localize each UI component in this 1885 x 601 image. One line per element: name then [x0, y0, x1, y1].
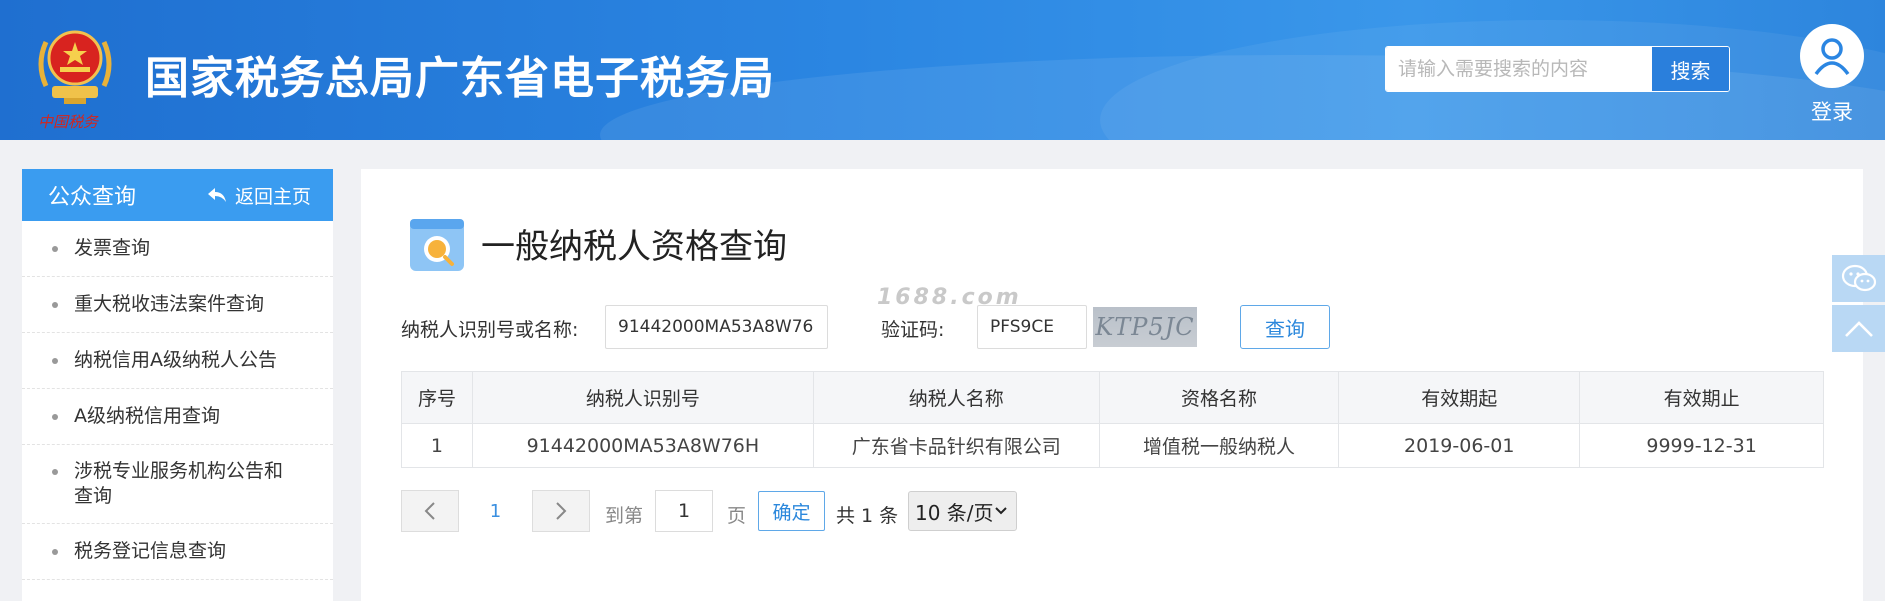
table-cell: 9999-12-31 [1579, 423, 1824, 468]
query-form: 纳税人识别号或名称: 验证码: KTP5JC 查询 [401, 305, 1361, 349]
chevron-down-icon [995, 507, 1007, 515]
sidebar-item-label: 税务登记信息查询 [74, 540, 227, 562]
floating-toolbar [1832, 255, 1885, 355]
svg-text:中国税务: 中国税务 [38, 113, 100, 131]
sidebar-item-tax-violation-query[interactable]: 重大税收违法案件查询 [22, 277, 333, 333]
site-title: 国家税务总局广东省电子税务局 [145, 53, 775, 104]
sidebar-item-invoice-query[interactable]: 发票查询 [22, 221, 333, 277]
bullet-icon [52, 302, 58, 308]
login-label: 登录 [1811, 100, 1853, 124]
taxpayer-id-input[interactable] [605, 305, 828, 349]
page-title: 一般纳税人资格查询 [481, 227, 787, 267]
chevron-up-icon [1844, 320, 1873, 337]
captcha-text: KTP5JC [1095, 313, 1195, 341]
wechat-button[interactable] [1832, 255, 1885, 302]
sidebar-item-label: 涉税专业服务机构公告和查询 [74, 460, 284, 507]
sidebar-item-label: 发票查询 [74, 237, 151, 259]
column-header-taxpayer-name: 纳税人名称 [812, 371, 1100, 424]
goto-page-input[interactable] [655, 490, 713, 532]
sidebar-header: 公众查询 返回主页 [22, 169, 333, 221]
sidebar-item-a-credit-notice[interactable]: 纳税信用A级纳税人公告 [22, 333, 333, 389]
prev-page-button[interactable] [401, 490, 459, 532]
back-home-label: 返回主页 [234, 185, 311, 208]
column-header-valid-to: 有效期止 [1579, 371, 1824, 424]
table-cell: 广东省卡品针织有限公司 [812, 423, 1100, 468]
captcha-input[interactable] [977, 305, 1087, 349]
column-header-qualification: 资格名称 [1098, 371, 1340, 424]
back-home-link[interactable]: 返回主页 [207, 182, 311, 209]
sidebar-item-label: 纳税信用A级纳税人公告 [74, 349, 277, 371]
next-page-button[interactable] [532, 490, 590, 532]
main-panel: 一般纳税人资格查询 1688.com 纳税人识别号或名称: 验证码: KTP5J… [361, 169, 1863, 601]
search-input[interactable] [1386, 47, 1651, 91]
column-header-valid-from: 有效期起 [1338, 371, 1581, 424]
pagination: 1 到第 页 确定 共 1 条 10 条/页 [401, 490, 1101, 532]
bullet-icon [52, 246, 58, 252]
query-button[interactable]: 查询 [1240, 305, 1330, 349]
chevron-right-icon [556, 502, 567, 520]
page-size-value: 10 条/页 [915, 500, 994, 525]
sidebar-item-label: 重大税收违法案件查询 [74, 293, 265, 315]
bullet-icon [52, 469, 58, 475]
page-size-select[interactable]: 10 条/页 [908, 491, 1017, 531]
sidebar-item-a-credit-query[interactable]: A级纳税信用查询 [22, 389, 333, 445]
captcha-label: 验证码: [881, 319, 945, 341]
column-header-index: 序号 [401, 371, 473, 424]
table-cell: 2019-06-01 [1338, 423, 1581, 468]
login-button[interactable]: 登录 [1800, 24, 1864, 126]
search-magnifier-icon [410, 219, 464, 271]
national-tax-emblem-icon: 中国税务 [38, 30, 112, 131]
total-count: 共 1 条 [836, 505, 899, 527]
bullet-icon [52, 549, 58, 555]
captcha-image[interactable]: KTP5JC [1093, 307, 1197, 347]
search-button[interactable]: 搜索 [1651, 47, 1729, 91]
page-suffix-label: 页 [727, 505, 747, 527]
site-header: 中国税务 国家税务总局广东省电子税务局 搜索 登录 [0, 0, 1885, 140]
goto-label: 到第 [605, 505, 644, 527]
reply-arrow-icon [207, 188, 226, 202]
sidebar-item-service-agency[interactable]: 涉税专业服务机构公告和查询 [22, 445, 333, 524]
header-search: 搜索 [1385, 46, 1730, 92]
page-number[interactable]: 1 [459, 490, 532, 532]
sidebar: 公众查询 返回主页 发票查询 重大税收违法案件查询 纳税信用A级纳税人公告 A级… [22, 169, 333, 601]
back-to-top-button[interactable] [1832, 305, 1885, 352]
bullet-icon [52, 358, 58, 364]
user-icon [1814, 38, 1850, 76]
table-row: 1 91442000MA53A8W76H 广东省卡品针织有限公司 增值税一般纳税… [401, 423, 1824, 468]
column-header-taxpayer-id: 纳税人识别号 [471, 371, 814, 424]
sidebar-title: 公众查询 [48, 185, 137, 210]
result-table: 序号 纳税人识别号 纳税人名称 资格名称 有效期起 有效期止 1 9144200… [401, 371, 1824, 468]
table-cell: 1 [401, 423, 473, 468]
wechat-icon [1841, 264, 1876, 291]
chevron-left-icon [424, 502, 435, 520]
confirm-page-button[interactable]: 确定 [758, 491, 825, 531]
sidebar-item-label: A级纳税信用查询 [74, 405, 220, 427]
table-header-row: 序号 纳税人识别号 纳税人名称 资格名称 有效期起 有效期止 [401, 371, 1824, 424]
table-cell: 增值税一般纳税人 [1098, 423, 1340, 468]
table-cell: 91442000MA53A8W76H [471, 423, 814, 468]
sidebar-item-registration-query[interactable]: 税务登记信息查询 [22, 524, 333, 580]
bullet-icon [52, 414, 58, 420]
taxpayer-id-label: 纳税人识别号或名称: [401, 319, 579, 341]
avatar[interactable] [1800, 24, 1864, 88]
